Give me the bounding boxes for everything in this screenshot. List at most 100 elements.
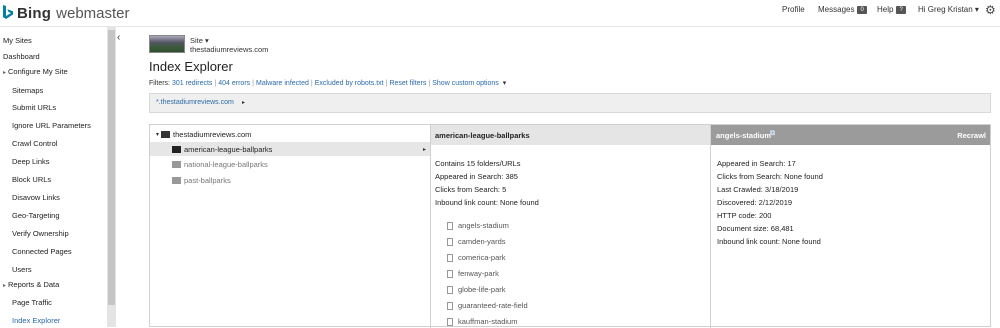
expand-arrow-icon: ▸ <box>422 146 426 153</box>
page-title: Index Explorer <box>149 59 233 74</box>
url-stat: Inbound link count: None found <box>717 237 821 246</box>
reset-filters-link[interactable]: Reset filters <box>389 80 426 87</box>
messages-label: Messages <box>818 5 855 14</box>
sidebar-item-label: Reports & Data <box>8 280 60 289</box>
sidebar-item-label: Configure My Site <box>8 67 68 76</box>
site-selector[interactable]: Site ▾ <box>190 36 209 45</box>
tree-item-label: national-league-ballparks <box>184 159 268 169</box>
document-icon <box>447 285 453 294</box>
sidebar-item-reports-data[interactable]: ▸ Reports & Data <box>3 280 59 289</box>
tree-item-label: past-ballparks <box>184 175 231 185</box>
path-root-link[interactable]: *.thestadiumreviews.com <box>156 99 234 106</box>
folder-icon <box>172 160 181 168</box>
url-stat: Last Crawled: 3/18/2019 <box>717 185 799 194</box>
sidebar-item-configure-my-site[interactable]: ▸ Configure My Site <box>3 67 68 76</box>
sidebar-item-sitemaps[interactable]: Sitemaps <box>12 86 43 95</box>
sidebar-item-verify-ownership[interactable]: Verify Ownership <box>12 229 69 238</box>
filter-404-errors[interactable]: 404 errors <box>218 80 250 87</box>
file-item-angels-stadium[interactable]: angels-stadium <box>447 221 509 230</box>
path-breadcrumb: *.thestadiumreviews.com ▸ <box>149 93 991 113</box>
tree-root-label: thestadiumreviews.com <box>173 129 252 139</box>
sidebar-item-my-sites[interactable]: My Sites <box>3 36 32 45</box>
file-label: angels-stadium <box>458 221 509 230</box>
filter-301-redirects[interactable]: 301 redirects <box>172 80 212 87</box>
url-details-panel: angels-stadium ⧉ Recrawl Appeared in Sea… <box>711 125 990 328</box>
document-icon <box>447 237 453 246</box>
help-link[interactable]: Help? <box>877 5 906 14</box>
document-icon <box>447 253 453 262</box>
folder-icon <box>172 176 181 184</box>
document-icon <box>447 317 453 326</box>
expand-icon: ▸ <box>3 283 7 289</box>
path-arrow-icon[interactable]: ▸ <box>242 99 245 106</box>
user-menu[interactable]: Hi Greg Kristan ▾ <box>918 5 979 14</box>
file-item-comerica-park[interactable]: comerica-park <box>447 253 506 262</box>
sidebar-item-connected-pages[interactable]: Connected Pages <box>12 247 72 256</box>
file-label: camden-yards <box>458 237 506 246</box>
bing-logo-icon <box>2 5 14 21</box>
sidebar-item-deep-links[interactable]: Deep Links <box>12 157 50 166</box>
product-name: webmaster <box>56 4 130 22</box>
sidebar-item-index-explorer[interactable]: Index Explorer <box>12 316 60 325</box>
folder-stat: Inbound link count: None found <box>435 198 539 207</box>
folder-details-panel: american-league-ballparks Contains 15 fo… <box>431 125 711 328</box>
sidebar-item-geo-targeting[interactable]: Geo-Targeting <box>12 211 60 220</box>
external-link-icon[interactable]: ⧉ <box>770 130 775 138</box>
url-stat: Appeared in Search: 17 <box>717 159 796 168</box>
index-explorer-panel: ▾ thestadiumreviews.com american-league-… <box>149 124 991 328</box>
tree-item-national-league-ballparks[interactable]: national-league-ballparks <box>172 157 268 171</box>
file-label: fenway-park <box>458 269 499 278</box>
sidebar-item-submit-urls[interactable]: Submit URLs <box>12 103 56 112</box>
custom-options-caret-icon: ▾ <box>502 80 507 87</box>
tree-root[interactable]: ▾ thestadiumreviews.com <box>156 127 251 141</box>
document-icon <box>447 221 453 230</box>
help-label: Help <box>877 5 894 14</box>
tree-item-american-league-ballparks[interactable]: american-league-ballparks ▸ <box>150 142 430 156</box>
sidebar-item-dashboard[interactable]: Dashboard <box>3 52 40 61</box>
file-item-guaranteed-rate-field[interactable]: guaranteed-rate-field <box>447 301 528 310</box>
folder-stat: Appeared in Search: 385 <box>435 172 518 181</box>
tree-item-label: american-league-ballparks <box>184 144 273 154</box>
filter-malware-infected[interactable]: Malware infected <box>256 80 309 87</box>
sidebar-item-ignore-url-parameters[interactable]: Ignore URL Parameters <box>12 121 91 130</box>
file-item-globe-life-park[interactable]: globe-life-park <box>447 285 506 294</box>
messages-count-badge: 0 <box>857 6 867 14</box>
file-item-kauffman-stadium[interactable]: kauffman-stadium <box>447 317 517 326</box>
bing-webmaster-logo[interactable]: Bing webmaster <box>2 4 130 22</box>
tree-item-past-ballparks[interactable]: past-ballparks <box>172 173 231 187</box>
file-label: comerica-park <box>458 253 506 262</box>
sidebar-item-page-traffic[interactable]: Page Traffic <box>12 298 52 307</box>
show-custom-options-link[interactable]: Show custom options <box>432 80 499 87</box>
collapse-sidebar-icon[interactable]: ‹ <box>117 32 120 43</box>
url-details-header: angels-stadium ⧉ Recrawl <box>711 125 990 145</box>
user-menu-caret-icon: ▾ <box>974 5 979 14</box>
file-item-fenway-park[interactable]: fenway-park <box>447 269 499 278</box>
user-greeting: Hi Greg Kristan <box>918 5 973 14</box>
file-item-camden-yards[interactable]: camden-yards <box>447 237 506 246</box>
gear-icon[interactable]: ⚙ <box>985 3 996 17</box>
profile-link[interactable]: Profile <box>782 5 805 14</box>
expand-icon: ▸ <box>3 70 7 76</box>
url-stat: Clicks from Search: None found <box>717 172 823 181</box>
messages-link[interactable]: Messages 0 <box>818 5 867 14</box>
site-thumbnail <box>149 35 185 53</box>
filter-excluded-by-robots[interactable]: Excluded by robots.txt <box>315 80 384 87</box>
sidebar-scrollbar-thumb[interactable] <box>108 30 115 305</box>
folder-tree: ▾ thestadiumreviews.com american-league-… <box>150 125 431 328</box>
folder-open-icon <box>172 145 181 153</box>
recrawl-button[interactable]: Recrawl <box>957 131 986 140</box>
top-bar: Bing webmaster Profile Messages 0 Help? H… <box>0 0 1000 27</box>
sidebar-item-block-urls[interactable]: Block URLs <box>12 175 51 184</box>
url-details-title: angels-stadium <box>716 131 772 140</box>
url-stat: Document size: 68,481 <box>717 224 794 233</box>
file-label: guaranteed-rate-field <box>458 301 528 310</box>
site-domain: thestadiumreviews.com <box>190 45 269 54</box>
sidebar-item-crawl-control[interactable]: Crawl Control <box>12 139 57 148</box>
folder-stat: Contains 15 folders/URLs <box>435 159 521 168</box>
filters-label: Filters: <box>149 80 170 87</box>
brand-name: Bing <box>17 4 52 22</box>
file-label: globe-life-park <box>458 285 506 294</box>
sidebar-item-users[interactable]: Users <box>12 265 32 274</box>
folder-stat: Clicks from Search: 5 <box>435 185 507 194</box>
sidebar-item-disavow-links[interactable]: Disavow Links <box>12 193 60 202</box>
